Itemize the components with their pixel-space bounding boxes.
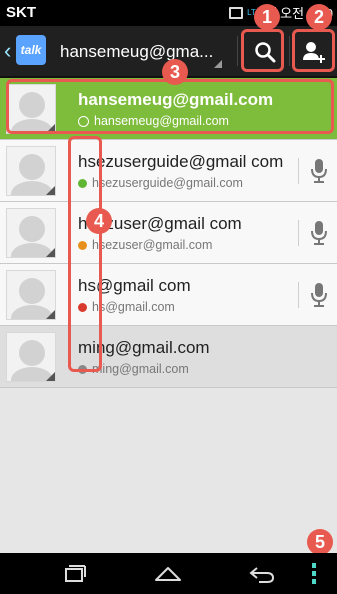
carrier-label: SKT	[6, 4, 36, 21]
menu-icon	[312, 563, 316, 584]
recent-apps-button[interactable]	[52, 559, 96, 589]
microphone-icon[interactable]	[310, 158, 328, 184]
callout-box-search	[241, 29, 284, 72]
contact-row[interactable]: hsezuserguide@gmail com hsezuserguide@gm…	[0, 140, 337, 202]
avatar	[6, 146, 56, 196]
contact-row[interactable]: hs@gmail com hs@gmail.com	[0, 264, 337, 326]
callout-badge: 5	[307, 529, 333, 555]
divider	[298, 282, 299, 308]
talk-logo[interactable]: talk	[16, 35, 46, 65]
contact-row[interactable]: ming@gmail.com ming@gmail.com	[0, 326, 337, 388]
divider	[237, 36, 238, 66]
divider	[289, 36, 290, 66]
callout-badge: 4	[86, 208, 112, 234]
avatar	[6, 332, 56, 382]
microphone-icon[interactable]	[310, 220, 328, 246]
contact-name: hsezuserguide@gmail com	[78, 152, 284, 171]
back-button[interactable]	[240, 559, 284, 589]
menu-button[interactable]	[297, 559, 331, 589]
contact-row[interactable]: hsezuser@gmail com hsezuser@gmail.com	[0, 202, 337, 264]
home-icon	[155, 567, 181, 581]
notification-icon	[229, 6, 244, 19]
callout-box-add-contact	[292, 29, 335, 72]
account-selector[interactable]: hansemeug@gma...	[60, 42, 213, 62]
home-button[interactable]	[146, 559, 190, 589]
status-bar: SKT LTE 오전 2:50	[0, 0, 337, 26]
avatar	[6, 208, 56, 258]
dropdown-triangle-icon	[214, 60, 222, 68]
up-chevron-icon[interactable]: ‹	[4, 40, 11, 62]
contact-status: hsezuserguide@gmail.com	[78, 176, 243, 190]
avatar	[6, 270, 56, 320]
back-icon	[249, 567, 275, 583]
callout-badge: 3	[162, 59, 188, 85]
callout-badge: 2	[306, 4, 332, 30]
callout-box-self-status	[6, 79, 334, 134]
divider	[298, 158, 299, 184]
callout-badge: 1	[254, 4, 280, 30]
microphone-icon[interactable]	[310, 282, 328, 308]
navigation-bar	[0, 553, 337, 594]
callout-box-presence	[68, 136, 102, 372]
talk-screen: SKT LTE 오전 2:50 ‹ talk hansemeug@gma...	[0, 0, 337, 594]
recent-apps-icon	[65, 565, 86, 582]
divider	[298, 220, 299, 246]
